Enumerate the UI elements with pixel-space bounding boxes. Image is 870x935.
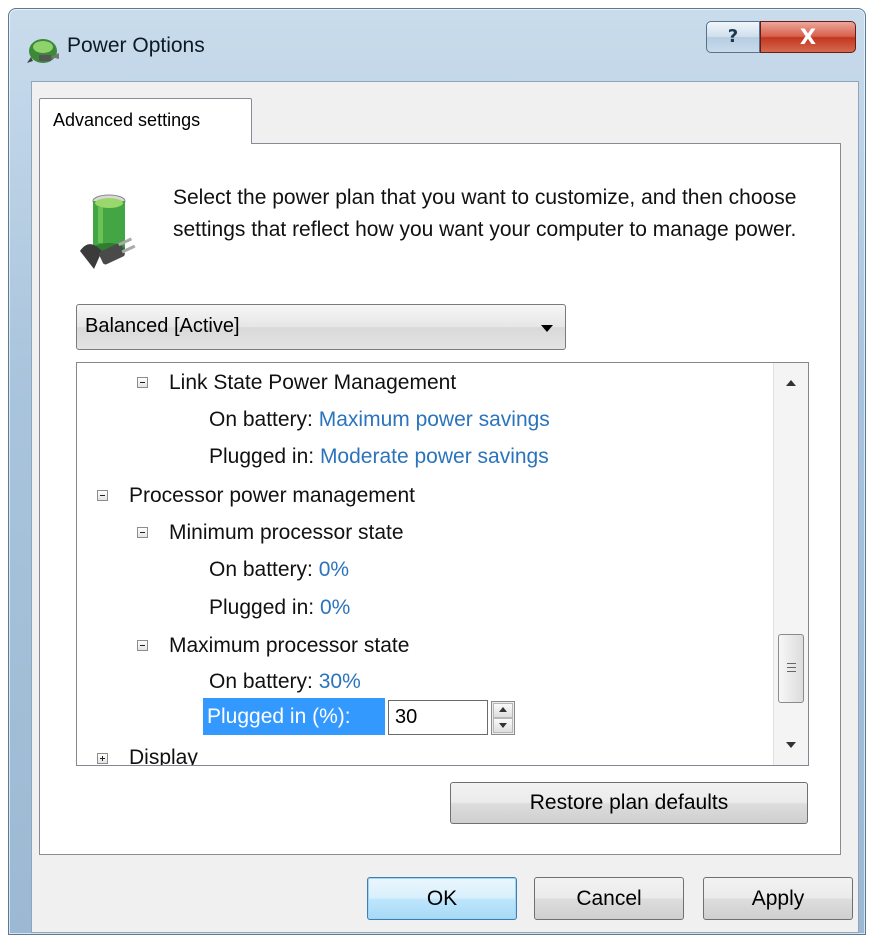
tree-item-label: Minimum processor state xyxy=(169,521,404,544)
plugged-in-percent-input[interactable]: 30 xyxy=(388,700,488,735)
restore-plan-defaults-button[interactable]: Restore plan defaults xyxy=(450,782,808,824)
tree-item-label: Processor power management xyxy=(129,484,415,507)
apply-button[interactable]: Apply xyxy=(703,877,853,920)
spin-down-icon[interactable] xyxy=(493,718,513,733)
setting-value[interactable]: Moderate power savings xyxy=(320,445,549,468)
help-button[interactable]: ? xyxy=(706,21,760,53)
tree-item-min-processor[interactable]: Minimum processor state xyxy=(169,516,404,550)
setting-label: Plugged in: xyxy=(209,596,315,619)
intro-text: Select the power plan that you want to c… xyxy=(173,186,797,241)
collapse-icon[interactable] xyxy=(137,377,148,388)
tab-label: Advanced settings xyxy=(53,110,201,130)
selected-setting-label[interactable]: Plugged in (%): xyxy=(203,698,385,735)
setting-value[interactable]: 0% xyxy=(320,596,350,619)
scroll-down-icon[interactable] xyxy=(786,742,796,748)
tree-item-link-state[interactable]: Link State Power Management xyxy=(169,366,456,400)
power-plan-select[interactable]: Balanced [Active] xyxy=(76,304,566,350)
tree-item-max-battery[interactable]: On battery: 30% xyxy=(209,665,361,699)
scrollbar-thumb[interactable] xyxy=(778,634,804,703)
tree-item-link-state-plugged[interactable]: Plugged in: Moderate power savings xyxy=(209,440,549,474)
collapse-icon[interactable] xyxy=(137,640,148,651)
tree-item-label: Display xyxy=(129,746,198,766)
battery-plug-icon xyxy=(80,194,136,269)
settings-tree[interactable]: Link State Power Management On battery: … xyxy=(76,362,809,766)
setting-label: On battery: xyxy=(209,408,313,431)
dropdown-arrow-icon xyxy=(541,325,553,332)
tree-item-processor[interactable]: Processor power management xyxy=(129,479,415,513)
cancel-button[interactable]: Cancel xyxy=(534,877,684,920)
setting-value[interactable]: Maximum power savings xyxy=(319,408,550,431)
tree-item-display[interactable]: Display xyxy=(129,741,198,766)
tree-item-label: Link State Power Management xyxy=(169,371,457,394)
percent-spinner[interactable] xyxy=(491,701,515,735)
setting-label: On battery: xyxy=(209,558,313,581)
power-options-icon xyxy=(27,39,59,63)
setting-label: On battery: xyxy=(209,670,313,693)
setting-label: Plugged in: xyxy=(209,445,315,468)
tree-item-max-processor[interactable]: Maximum processor state xyxy=(169,629,409,663)
setting-value[interactable]: 0% xyxy=(319,558,349,581)
power-plan-value: Balanced [Active] xyxy=(85,315,240,337)
close-icon: X xyxy=(799,25,817,49)
collapse-icon[interactable] xyxy=(97,490,108,501)
tree-item-link-state-battery[interactable]: On battery: Maximum power savings xyxy=(209,403,550,437)
setting-value[interactable]: 30% xyxy=(319,670,361,693)
ok-button[interactable]: OK xyxy=(367,877,517,920)
tree-item-label: Maximum processor state xyxy=(169,634,410,657)
title-bar[interactable]: Power Options ? X xyxy=(9,9,865,79)
spin-up-icon[interactable] xyxy=(493,703,513,718)
close-button[interactable]: X xyxy=(760,21,856,53)
tree-item-min-plugged[interactable]: Plugged in: 0% xyxy=(209,591,350,625)
window-title: Power Options xyxy=(67,34,205,57)
scroll-up-icon[interactable] xyxy=(786,380,796,386)
expand-icon[interactable] xyxy=(97,753,108,764)
collapse-icon[interactable] xyxy=(137,527,148,538)
tree-scrollbar[interactable] xyxy=(773,363,808,765)
help-icon: ? xyxy=(727,26,739,47)
tab-advanced-settings[interactable]: Advanced settings xyxy=(39,98,252,144)
power-options-window: Power Options ? X Advanced settings Sele… xyxy=(8,8,866,935)
dialog-client-area: Advanced settings Select the power plan … xyxy=(31,81,859,933)
advanced-settings-panel: Select the power plan that you want to c… xyxy=(39,143,841,855)
tree-item-min-battery[interactable]: On battery: 0% xyxy=(209,553,349,587)
